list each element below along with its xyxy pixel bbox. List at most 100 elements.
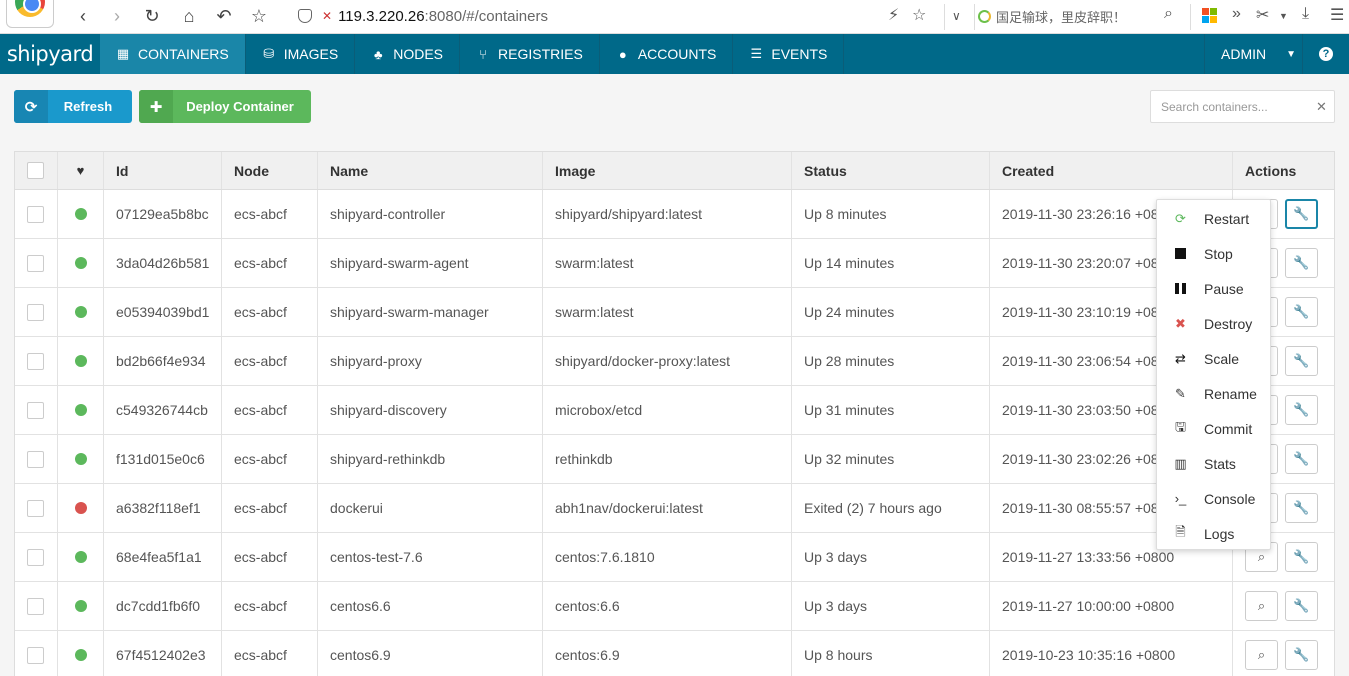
row-select[interactable]	[15, 386, 58, 434]
menu-item-destroy[interactable]: ✖ Destroy	[1157, 306, 1270, 341]
nav-item-containers[interactable]: ▦ CONTAINERS	[100, 34, 246, 74]
actions-menu-button[interactable]: 🔧	[1285, 199, 1318, 229]
row-checkbox[interactable]	[27, 646, 44, 664]
table-row[interactable]: c549326744cb ecs-abcf shipyard-discovery mi…	[15, 386, 1334, 435]
table-row[interactable]: dc7cdd1fb6f0 ecs-abcf centos6.6 centos:6.6 U…	[15, 582, 1334, 631]
menu-item-commit[interactable]: 🖫 Commit	[1157, 411, 1270, 446]
status-dot-icon	[74, 257, 87, 269]
container-status: Up 14 minutes	[792, 239, 990, 287]
search-input[interactable]	[1161, 99, 1316, 114]
back-icon[interactable]: ‹	[71, 4, 95, 28]
row-checkbox[interactable]	[27, 499, 44, 517]
header-node[interactable]: Node	[222, 152, 318, 189]
select-all-checkbox[interactable]	[27, 162, 44, 179]
row-select[interactable]	[15, 239, 58, 287]
row-select[interactable]	[15, 190, 58, 238]
actions-menu-button[interactable]: 🔧	[1285, 395, 1318, 425]
more-icon[interactable]: »	[1232, 5, 1241, 23]
table-row[interactable]: 68e4fea5f1a1 ecs-abcf centos-test-7.6 cento…	[15, 533, 1334, 582]
download-icon[interactable]: ⤓	[1302, 5, 1309, 23]
row-checkbox[interactable]	[27, 401, 44, 419]
menu-item-console[interactable]: ›_ Console	[1157, 481, 1270, 516]
reload-icon[interactable]: ↻	[140, 4, 164, 28]
nav-item-nodes[interactable]: ♣ NODES	[355, 34, 461, 74]
address-bar[interactable]: ✕ 119.3.220.26:8080/#/containers	[298, 5, 548, 27]
header-select-all[interactable]	[15, 152, 58, 189]
table-row[interactable]: e05394039bd1 ecs-abcf shipyard-swarm-manag…	[15, 288, 1334, 337]
nav-item-registries[interactable]: ⑂ REGISTRIES	[460, 34, 600, 74]
row-checkbox[interactable]	[27, 597, 44, 615]
row-checkbox[interactable]	[27, 205, 44, 223]
actions-menu-button[interactable]: 🔧	[1285, 346, 1318, 376]
row-select[interactable]	[15, 631, 58, 676]
scissors-icon[interactable]: ✂	[1256, 5, 1269, 25]
container-name: shipyard-discovery	[318, 386, 543, 434]
menu-item-stats[interactable]: ▥ Stats	[1157, 446, 1270, 481]
table-row[interactable]: bd2b66f4e934 ecs-abcf shipyard-proxy shipya…	[15, 337, 1334, 386]
table-row[interactable]: 3da04d26b581 ecs-abcf shipyard-swarm-agent…	[15, 239, 1334, 288]
table-row[interactable]: 67f4512402e3 ecs-abcf centos6.9 centos:6.9 U…	[15, 631, 1334, 676]
menu-item-scale[interactable]: ⇄ Scale	[1157, 341, 1270, 376]
row-select[interactable]	[15, 435, 58, 483]
clear-search-icon[interactable]: ✕	[1316, 99, 1327, 115]
row-health	[58, 533, 104, 581]
row-select[interactable]	[15, 337, 58, 385]
inspect-button[interactable]: ⌕	[1245, 591, 1278, 621]
deploy-container-button[interactable]: ✚ Deploy Container	[139, 90, 311, 123]
actions-menu-button[interactable]: 🔧	[1285, 591, 1318, 621]
nav-item-events[interactable]: ☰ EVENTS	[733, 34, 845, 74]
row-checkbox[interactable]	[27, 450, 44, 468]
table-row[interactable]: f131d015e0c6 ecs-abcf shipyard-rethinkdb re…	[15, 435, 1334, 484]
actions-menu-button[interactable]: 🔧	[1285, 493, 1318, 523]
browser-logo-icon[interactable]	[6, 0, 54, 28]
row-checkbox[interactable]	[27, 303, 44, 321]
caret-down-icon[interactable]: ▼	[1279, 11, 1288, 21]
table-row[interactable]: a6382f118ef1 ecs-abcf dockerui abh1nav/dock…	[15, 484, 1334, 533]
browser-search-text: 国足输球，里皮辞职！	[996, 9, 1127, 25]
browser-search[interactable]: 国足输球，里皮辞职！	[978, 6, 1183, 26]
container-status: Up 28 minutes	[792, 337, 990, 385]
favorite-icon[interactable]: ☆	[912, 5, 926, 25]
lightning-icon[interactable]: ⚡	[888, 5, 899, 25]
menu-item-logs[interactable]: 🗎 Logs	[1157, 516, 1270, 551]
home-icon[interactable]: ⌂	[177, 4, 201, 28]
row-select[interactable]	[15, 582, 58, 630]
row-checkbox[interactable]	[27, 254, 44, 272]
header-status[interactable]: Status	[792, 152, 990, 189]
row-health	[58, 631, 104, 676]
table-row[interactable]: 07129ea5b8bc ecs-abcf shipyard-controller s…	[15, 190, 1334, 239]
row-checkbox[interactable]	[27, 352, 44, 370]
menu-item-pause[interactable]: Pause	[1157, 271, 1270, 306]
actions-menu-button[interactable]: 🔧	[1285, 542, 1318, 572]
nav-item-images[interactable]: ⛁ IMAGES	[246, 34, 356, 74]
forward-icon[interactable]: ›	[105, 4, 129, 28]
row-select[interactable]	[15, 533, 58, 581]
actions-menu-button[interactable]: 🔧	[1285, 640, 1318, 670]
header-id[interactable]: Id	[104, 152, 222, 189]
chevron-down-icon[interactable]: ∨	[952, 9, 961, 23]
bookmark-star-icon[interactable]: ☆	[247, 4, 271, 28]
inspect-button[interactable]: ⌕	[1245, 640, 1278, 670]
brand-logo[interactable]: shipyard	[0, 34, 100, 74]
row-select[interactable]	[15, 288, 58, 336]
refresh-button[interactable]: ⟳ Refresh	[14, 90, 132, 123]
actions-menu-button[interactable]: 🔧	[1285, 248, 1318, 278]
help-button[interactable]: ?	[1302, 34, 1349, 74]
row-checkbox[interactable]	[27, 548, 44, 566]
menu-icon[interactable]: ☰	[1330, 5, 1344, 25]
nav-item-accounts[interactable]: ● ACCOUNTS	[600, 34, 734, 74]
actions-menu-button[interactable]: 🔧	[1285, 444, 1318, 474]
search-icon[interactable]: ⌕	[1164, 5, 1173, 23]
apps-icon[interactable]	[1202, 8, 1217, 23]
row-select[interactable]	[15, 484, 58, 532]
header-name[interactable]: Name	[318, 152, 543, 189]
user-menu[interactable]: ADMIN ▼	[1204, 34, 1302, 74]
nav-item-label: NODES	[393, 46, 444, 62]
menu-item-stop[interactable]: Stop	[1157, 236, 1270, 271]
menu-item-rename[interactable]: ✎ Rename	[1157, 376, 1270, 411]
header-image[interactable]: Image	[543, 152, 792, 189]
menu-item-restart[interactable]: ⟳ Restart	[1157, 201, 1270, 236]
undo-icon[interactable]: ↶	[212, 4, 236, 28]
header-created[interactable]: Created	[990, 152, 1233, 189]
actions-menu-button[interactable]: 🔧	[1285, 297, 1318, 327]
